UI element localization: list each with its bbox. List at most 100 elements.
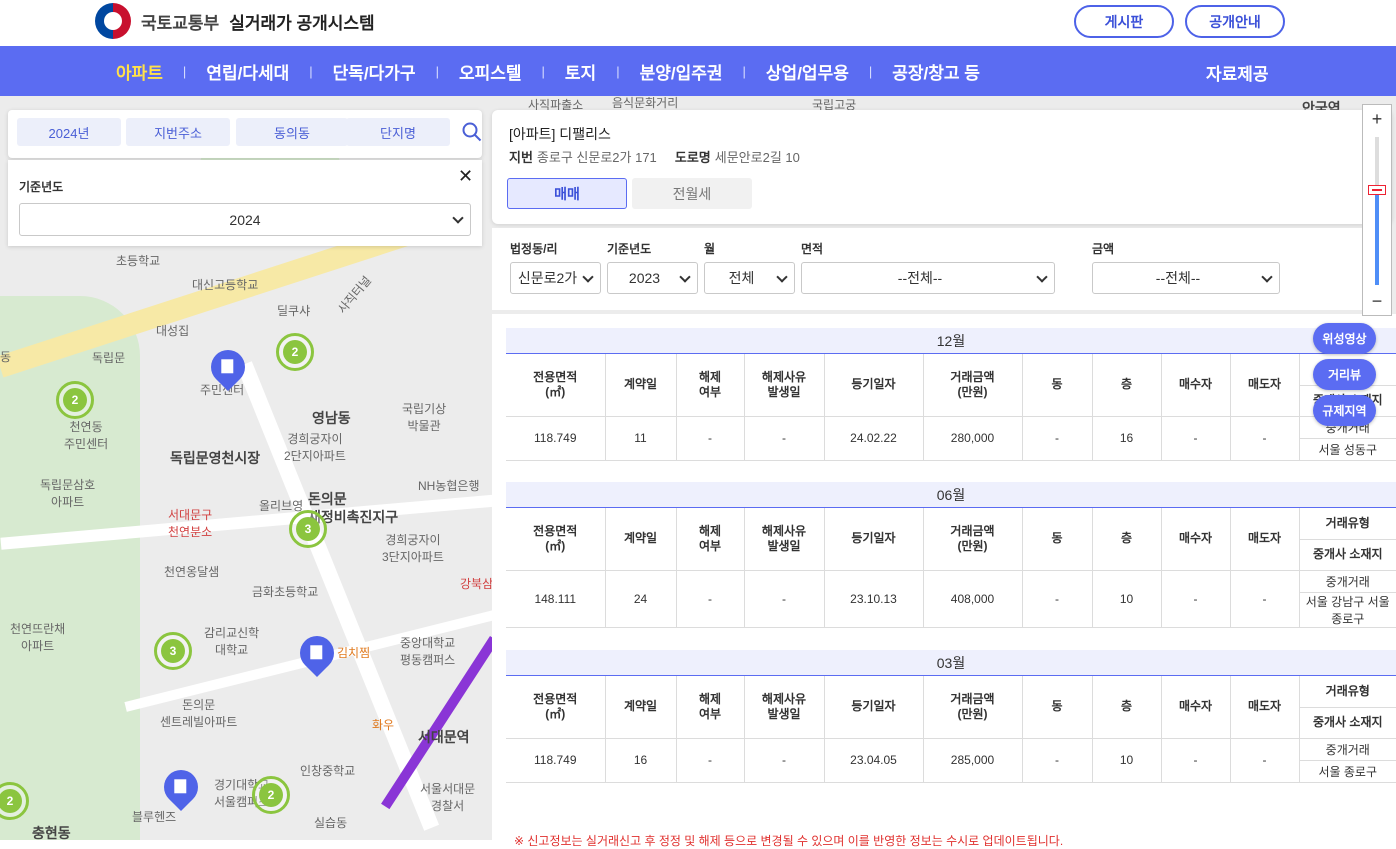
search-bar: 2024년 지번주소 동의동 단지명: [8, 110, 482, 158]
deal-cluster-marker[interactable]: 2: [276, 333, 314, 371]
map-label: 화우: [372, 718, 395, 732]
area-select[interactable]: --전체--: [801, 262, 1055, 294]
month-filter-label: 월: [704, 242, 716, 256]
nav-divider: |: [309, 63, 313, 79]
table-cell: -: [744, 570, 825, 628]
nav-presale[interactable]: 분양/입주권: [640, 59, 723, 84]
table-cell: 16: [1092, 416, 1162, 461]
map-label: 초등학교: [116, 254, 161, 268]
close-icon[interactable]: ✕: [458, 166, 473, 187]
board-button[interactable]: 게시판: [1074, 5, 1174, 38]
column-header: 매수자: [1161, 508, 1231, 571]
table-row[interactable]: 148.111 24- -23.10.13 408,000-10- - 중개거래: [506, 570, 1396, 628]
complex-name-chip[interactable]: 단지명: [346, 118, 450, 146]
base-year-select[interactable]: 2024: [19, 203, 471, 236]
month-header: 03월: [506, 650, 1396, 676]
dong-select[interactable]: 신문로2가: [510, 262, 601, 294]
column-header-broker-location: 중개사 소재지: [1299, 539, 1396, 571]
regulated-area-button[interactable]: 규제지역: [1313, 395, 1376, 426]
table-cell: -: [1230, 570, 1300, 628]
table-row[interactable]: 118.749 11- -24.02.22 280,000-16- - 중개거래: [506, 416, 1396, 461]
map-label: 대신고등학교: [192, 278, 259, 292]
nav-rowhouse[interactable]: 연립/다세대: [206, 59, 289, 84]
map-label: 독립문영천시장: [170, 450, 261, 466]
map-label: 경희궁자이 2단지아파트: [284, 432, 346, 463]
nav-data-provision[interactable]: 자료제공: [1206, 60, 1269, 85]
broker-location-cell: 서울 강남구 서울 종로구: [1299, 592, 1396, 628]
lot-address-chip[interactable]: 지번주소: [126, 118, 230, 146]
satellite-view-button[interactable]: 위성영상: [1313, 323, 1376, 354]
nav-commercial[interactable]: 상업/업무용: [766, 59, 849, 84]
map-label: 천연옹달샘: [164, 565, 220, 579]
deal-cluster-marker[interactable]: 2: [252, 776, 290, 814]
street-view-button[interactable]: 거리뷰: [1313, 359, 1376, 390]
table-row[interactable]: 118.749 16- -23.04.05 285,000-10- - 중개거래: [506, 738, 1396, 783]
column-header: 해제사유 발생일: [744, 676, 825, 739]
map-label: 충현동: [32, 825, 71, 840]
table-cell: 10: [1092, 570, 1162, 628]
apartment-pin-icon[interactable]: [292, 628, 342, 678]
month-header: 12월: [506, 328, 1396, 354]
column-header: 계약일: [605, 508, 677, 571]
nav-detached[interactable]: 단독/다가구: [333, 59, 416, 84]
column-header-broker-location: 중개사 소재지: [1299, 707, 1396, 739]
column-header: 해제 여부: [676, 354, 745, 417]
deal-cluster-marker[interactable]: 3: [154, 632, 192, 670]
column-header: 등기일자: [824, 508, 924, 571]
map-label: 영남동: [312, 410, 351, 426]
apartment-pin-icon[interactable]: [156, 762, 206, 812]
deal-cluster-marker[interactable]: 3: [289, 510, 327, 548]
deal-cluster-marker[interactable]: 2: [56, 381, 94, 419]
zoom-out-button[interactable]: −: [1363, 289, 1391, 313]
column-header: 동: [1022, 676, 1093, 739]
month-block: 12월 전용면적 (㎡) 계약일 해제 여부 해제사유 발생일 등기일자 거래금액 (만원)…: [506, 328, 1396, 461]
map-label: 국립기상 박물관: [402, 402, 447, 433]
column-header-deal-type: 거래유형: [1299, 676, 1396, 708]
map-label: 천연뜨란채 아파트: [10, 622, 66, 653]
chevron-down-icon: [679, 271, 691, 283]
year-filter-chip[interactable]: 2024년: [17, 118, 121, 146]
deal-table-panel[interactable]: 12월전용면적 (㎡) 계약일 해제 여부 해제사유 발생일 등기일자 거래금액 (만원)…: [492, 314, 1396, 840]
map-label: 사직터널: [334, 273, 375, 317]
year-select[interactable]: 2023: [607, 262, 698, 294]
column-header: 전용면적 (㎡): [506, 354, 606, 417]
map-label: 실습동: [314, 816, 348, 830]
top-header: 국토교통부 실거래가 공개시스템 게시판 공개안내: [0, 0, 1396, 46]
table-cell: -: [1022, 738, 1093, 783]
deal-table: 전용면적 (㎡) 계약일 해제 여부 해제사유 발생일 등기일자 거래금액 (만원) 동 층 매…: [506, 508, 1396, 628]
column-header: 층: [1092, 676, 1162, 739]
nav-apartment[interactable]: 아파트: [116, 59, 163, 84]
dong-chip[interactable]: 동의동: [236, 118, 348, 146]
disclosure-info-button[interactable]: 공개안내: [1185, 5, 1285, 38]
table-cell: 16: [605, 738, 677, 783]
zoom-in-button[interactable]: +: [1363, 107, 1391, 131]
base-year-value: 2024: [229, 211, 261, 228]
table-cell: 285,000: [923, 738, 1023, 783]
map-label: 독립문: [92, 351, 126, 365]
nav-officetel[interactable]: 오피스텔: [459, 59, 522, 84]
road-address: 세문안로2길 10: [714, 150, 800, 165]
site-logo[interactable]: 국토교통부 실거래가 공개시스템: [95, 3, 375, 39]
table-cell: -: [1161, 738, 1231, 783]
nav-factory[interactable]: 공장/창고 등: [892, 59, 980, 84]
nav-land[interactable]: 토지: [565, 59, 596, 84]
price-filter-label: 금액: [1092, 242, 1115, 256]
deal-filters: 법정동/리 기준년도 월 면적 금액 신문로2가 2023 전체 --전체-- …: [492, 228, 1392, 310]
zoom-control: + −: [1362, 104, 1392, 316]
area-filter-label: 면적: [801, 242, 824, 256]
column-header: 매도자: [1230, 676, 1300, 739]
price-select[interactable]: --전체--: [1092, 262, 1280, 294]
map-label: 서대문구 천연분소: [168, 508, 213, 539]
table-cell: -: [1161, 570, 1231, 628]
tab-sale[interactable]: 매매: [507, 178, 627, 209]
tab-rent[interactable]: 전월세: [632, 178, 752, 209]
month-select[interactable]: 전체: [704, 262, 795, 294]
table-cell: -: [1230, 416, 1300, 461]
year-filter-label: 기준년도: [607, 242, 652, 256]
table-cell: 118.749: [506, 416, 606, 461]
jibun-address: 종로구 신문로2가 171: [536, 150, 657, 165]
column-header: 해제 여부: [676, 508, 745, 571]
search-icon[interactable]: [462, 122, 482, 142]
zoom-slider-handle[interactable]: [1368, 185, 1386, 195]
table-cell: 118.749: [506, 738, 606, 783]
